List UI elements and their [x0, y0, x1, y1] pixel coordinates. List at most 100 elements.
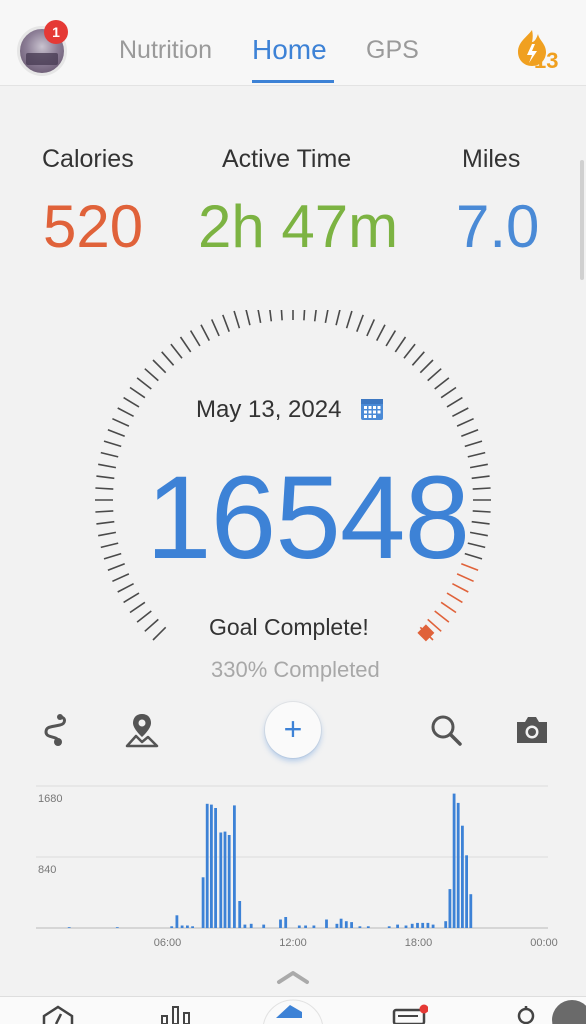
step-histogram[interactable]: 1680 840 06:00 12:00 18:00 00:00	[0, 768, 586, 958]
histogram-bar	[201, 877, 205, 928]
histogram-bar	[223, 831, 227, 928]
histogram-bar	[452, 793, 456, 928]
histogram-bar	[205, 803, 209, 929]
gauge-tick	[200, 324, 211, 341]
gauge-tick	[129, 386, 146, 399]
gauge-tick	[385, 330, 397, 347]
gauge-tick	[100, 542, 119, 549]
histogram-bar	[387, 926, 391, 928]
miles-label: Miles	[462, 145, 521, 173]
histogram-bar	[115, 927, 119, 928]
gauge-tick	[103, 552, 122, 560]
y-tick-label: 840	[38, 864, 56, 876]
histogram-bar	[238, 901, 242, 928]
scrollbar[interactable]	[580, 160, 584, 280]
gauge-tick	[467, 451, 486, 458]
x-tick-label: 18:00	[405, 937, 433, 949]
gauge-tick	[467, 542, 486, 549]
route-icon[interactable]	[38, 712, 74, 748]
gauge-tick	[452, 407, 469, 418]
gauge-tick	[98, 531, 117, 537]
tab-home[interactable]: Home	[252, 34, 327, 66]
histogram-bar	[175, 915, 179, 928]
histogram-bar	[366, 926, 370, 928]
histogram-bar	[416, 922, 419, 928]
gauge-tick	[107, 429, 125, 437]
gauge-tick	[222, 314, 230, 332]
gauge-tick	[269, 310, 273, 322]
map-pin-icon[interactable]	[124, 712, 160, 748]
gauge-tick	[100, 451, 119, 458]
histogram-bar	[214, 808, 217, 928]
gauge-tick	[471, 520, 490, 525]
dashboard-icon[interactable]	[40, 1004, 76, 1024]
profile-icon[interactable]	[510, 1004, 546, 1024]
gauge-tick	[324, 310, 329, 324]
gauge-tick	[446, 592, 463, 604]
chevron-up-icon[interactable]	[276, 968, 310, 986]
gauge-tick	[98, 463, 117, 469]
gauge-tick	[189, 330, 201, 347]
gauge-tick	[366, 319, 376, 337]
gauge-tick	[313, 310, 317, 322]
gauge-tick	[472, 510, 491, 513]
gauge-tick	[335, 310, 341, 326]
gauge-tick	[464, 440, 483, 448]
messages-icon[interactable]	[392, 1004, 428, 1024]
date-label[interactable]: May 13, 2024	[196, 396, 341, 424]
gauge-tick	[434, 610, 450, 623]
gauge-tick	[123, 396, 140, 408]
streak-button[interactable]: 13	[512, 28, 572, 74]
gauge-tick	[136, 377, 152, 390]
gauge-tick	[152, 626, 167, 641]
gauge-tick	[117, 582, 134, 593]
goal-status: Goal Complete!	[209, 614, 369, 640]
gauge-tick	[95, 510, 114, 513]
histogram-bar	[180, 925, 184, 928]
histogram-bar	[243, 924, 247, 928]
histogram-bar	[325, 919, 328, 928]
histogram-bar	[249, 923, 253, 928]
gauge-tick	[233, 310, 241, 329]
gauge-tick	[419, 359, 434, 374]
gauge-tick	[107, 563, 125, 571]
gauge-tick	[103, 440, 122, 448]
x-tick-label: 00:00	[530, 937, 558, 949]
active-time-label: Active Time	[222, 145, 352, 173]
add-icon: +	[283, 711, 303, 747]
histogram-bar	[186, 925, 189, 928]
histogram-bar	[170, 926, 174, 928]
gauge-tick	[123, 592, 140, 604]
x-tick-label: 06:00	[154, 937, 182, 949]
active-tab-indicator	[252, 80, 334, 83]
stats-icon[interactable]	[158, 1004, 194, 1024]
gauge-tick	[469, 463, 488, 469]
search-icon[interactable]	[428, 712, 464, 748]
histogram-bar	[297, 925, 301, 928]
x-tick-label: 12:00	[279, 937, 307, 949]
add-button[interactable]: +	[265, 702, 321, 758]
camera-icon[interactable]	[514, 712, 550, 748]
histogram-bar	[431, 924, 435, 928]
home-icon[interactable]	[262, 996, 324, 1024]
histogram-bar	[358, 926, 362, 928]
miles-value[interactable]: 7.0	[456, 192, 539, 261]
step-count[interactable]: 16548	[146, 450, 470, 586]
gauge-tick	[129, 601, 146, 614]
histogram-bar	[210, 804, 213, 928]
gauge-tick	[434, 377, 450, 390]
calories-value[interactable]: 520	[43, 192, 143, 261]
histogram-bar	[350, 922, 353, 928]
tab-nutrition[interactable]: Nutrition	[119, 36, 212, 65]
histogram-bar	[469, 894, 473, 928]
tab-gps[interactable]: GPS	[366, 36, 419, 65]
gauge-tick	[96, 475, 115, 480]
histogram-bar	[279, 919, 282, 928]
gauge-tick	[170, 343, 183, 359]
histogram-bar	[444, 921, 448, 928]
notification-badge: 1	[44, 20, 68, 44]
gauge-tick	[356, 314, 364, 332]
histogram-bar	[396, 924, 399, 928]
calendar-icon[interactable]	[360, 397, 384, 421]
active-time-value[interactable]: 2h 47m	[198, 192, 398, 261]
